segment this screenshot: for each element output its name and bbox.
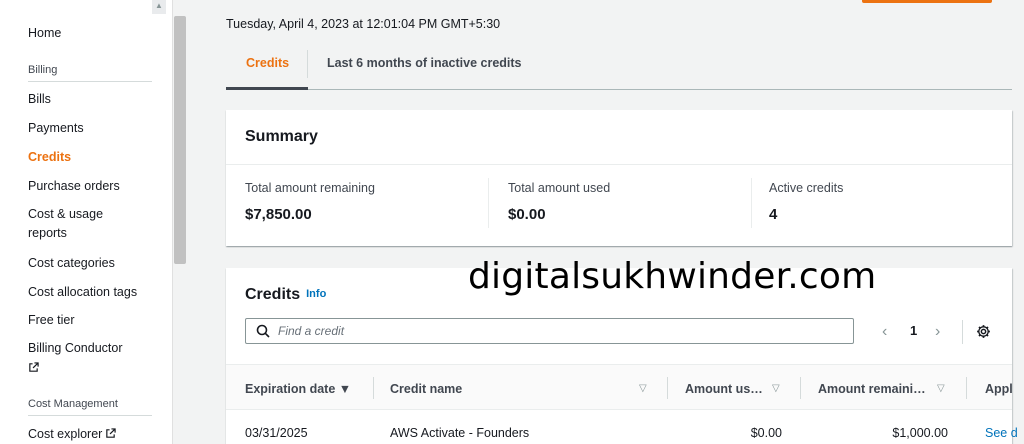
info-link[interactable]: Info bbox=[306, 288, 326, 300]
summary-title: Summary bbox=[245, 128, 318, 145]
summary-divider bbox=[226, 164, 1012, 165]
pager-next-icon[interactable]: › bbox=[935, 323, 940, 341]
col-separator bbox=[966, 377, 967, 399]
col-amount-used[interactable]: Amount us… bbox=[685, 382, 763, 396]
sidebar-item-cost-explorer-label: Cost explorer bbox=[28, 427, 103, 441]
sidebar-divider bbox=[28, 81, 152, 82]
billing-conductor-external-link-icon[interactable] bbox=[28, 359, 39, 378]
row-credit-name: AWS Activate - Founders bbox=[390, 426, 530, 440]
col-separator bbox=[800, 377, 801, 399]
tab-inactive-credits[interactable]: Last 6 months of inactive credits bbox=[327, 56, 522, 70]
row-amount-used: $0.00 bbox=[750, 426, 782, 440]
credits-title: Credits Info bbox=[245, 286, 326, 304]
stat-label-active: Active credits bbox=[769, 181, 844, 195]
sidebar-nav: ▲ Home Billing Bills Payments Credits Pu… bbox=[0, 0, 172, 444]
stat-divider bbox=[751, 178, 752, 228]
stat-divider bbox=[488, 178, 489, 228]
top-action-button[interactable] bbox=[862, 0, 992, 3]
summary-card: Summary Total amount remaining $7,850.00… bbox=[226, 110, 1012, 246]
col-credit-name[interactable]: Credit name bbox=[390, 382, 462, 396]
gear-icon[interactable] bbox=[976, 324, 991, 339]
sort-caret-icon[interactable]: ▽ bbox=[937, 383, 945, 394]
sidebar-item-cost-explorer[interactable]: Cost explorer bbox=[28, 425, 117, 444]
stat-value-remaining: $7,850.00 bbox=[245, 206, 312, 223]
sidebar-divider bbox=[28, 415, 152, 416]
search-icon bbox=[256, 324, 270, 338]
credits-title-text: Credits bbox=[245, 286, 301, 303]
tab-bar: Credits Last 6 months of inactive credit… bbox=[226, 44, 1012, 90]
sidebar-item-cost-usage-reports-line2[interactable]: reports bbox=[28, 224, 67, 243]
page-timestamp: Tuesday, April 4, 2023 at 12:01:04 PM GM… bbox=[226, 17, 501, 31]
pager-separator bbox=[962, 320, 963, 344]
sort-caret-icon[interactable]: ▽ bbox=[639, 383, 647, 394]
sidebar-item-payments[interactable]: Payments bbox=[28, 119, 84, 138]
sidebar-section-cost-management: Cost Management bbox=[28, 398, 118, 410]
col-applicable[interactable]: Appl bbox=[985, 382, 1013, 396]
active-tab-indicator bbox=[226, 87, 308, 90]
sidebar-item-bills[interactable]: Bills bbox=[28, 90, 51, 109]
sidebar-item-home[interactable]: Home bbox=[28, 24, 61, 43]
row-expiration-date: 03/31/2025 bbox=[245, 426, 308, 440]
sidebar-item-credits[interactable]: Credits bbox=[28, 148, 71, 167]
search-credit-input[interactable]: Find a credit bbox=[245, 318, 854, 344]
sidebar-item-cost-categories[interactable]: Cost categories bbox=[28, 254, 115, 273]
stat-label-remaining: Total amount remaining bbox=[245, 181, 375, 195]
sidebar-item-free-tier[interactable]: Free tier bbox=[28, 311, 75, 330]
col-separator bbox=[667, 377, 668, 399]
scroll-up-arrow-icon[interactable]: ▲ bbox=[152, 0, 166, 14]
tab-separator bbox=[307, 50, 308, 78]
stat-label-used: Total amount used bbox=[508, 181, 611, 195]
table-header: Expiration date ▼ Credit name ▽ Amount u… bbox=[226, 364, 1013, 410]
row-amount-remaining: $1,000.00 bbox=[892, 426, 948, 440]
sidebar-item-billing-conductor[interactable]: Billing Conductor bbox=[28, 339, 123, 358]
watermark-text: digitalsukhwinder.com bbox=[468, 256, 877, 297]
sidebar-item-cost-usage-reports[interactable]: Cost & usage bbox=[28, 205, 103, 224]
sidebar-scrollbar-thumb[interactable] bbox=[174, 16, 186, 264]
stat-value-active: 4 bbox=[769, 206, 778, 223]
sidebar-section-billing: Billing bbox=[28, 64, 58, 76]
stat-value-used: $0.00 bbox=[508, 206, 546, 223]
sidebar-item-purchase-orders[interactable]: Purchase orders bbox=[28, 177, 120, 196]
col-expiration-date[interactable]: Expiration date ▼ bbox=[245, 382, 351, 396]
col-amount-remaining[interactable]: Amount remaini… bbox=[818, 382, 926, 396]
col-separator bbox=[373, 377, 374, 399]
external-link-icon bbox=[106, 428, 117, 438]
pager-page-number[interactable]: 1 bbox=[910, 323, 917, 338]
row-see-details-link[interactable]: See d bbox=[985, 426, 1018, 440]
tab-credits[interactable]: Credits bbox=[246, 56, 289, 70]
sort-caret-icon[interactable]: ▽ bbox=[772, 383, 780, 394]
pager-prev-icon[interactable]: ‹ bbox=[882, 323, 887, 341]
sidebar-item-cost-allocation-tags[interactable]: Cost allocation tags bbox=[28, 283, 137, 302]
search-placeholder: Find a credit bbox=[278, 324, 345, 338]
